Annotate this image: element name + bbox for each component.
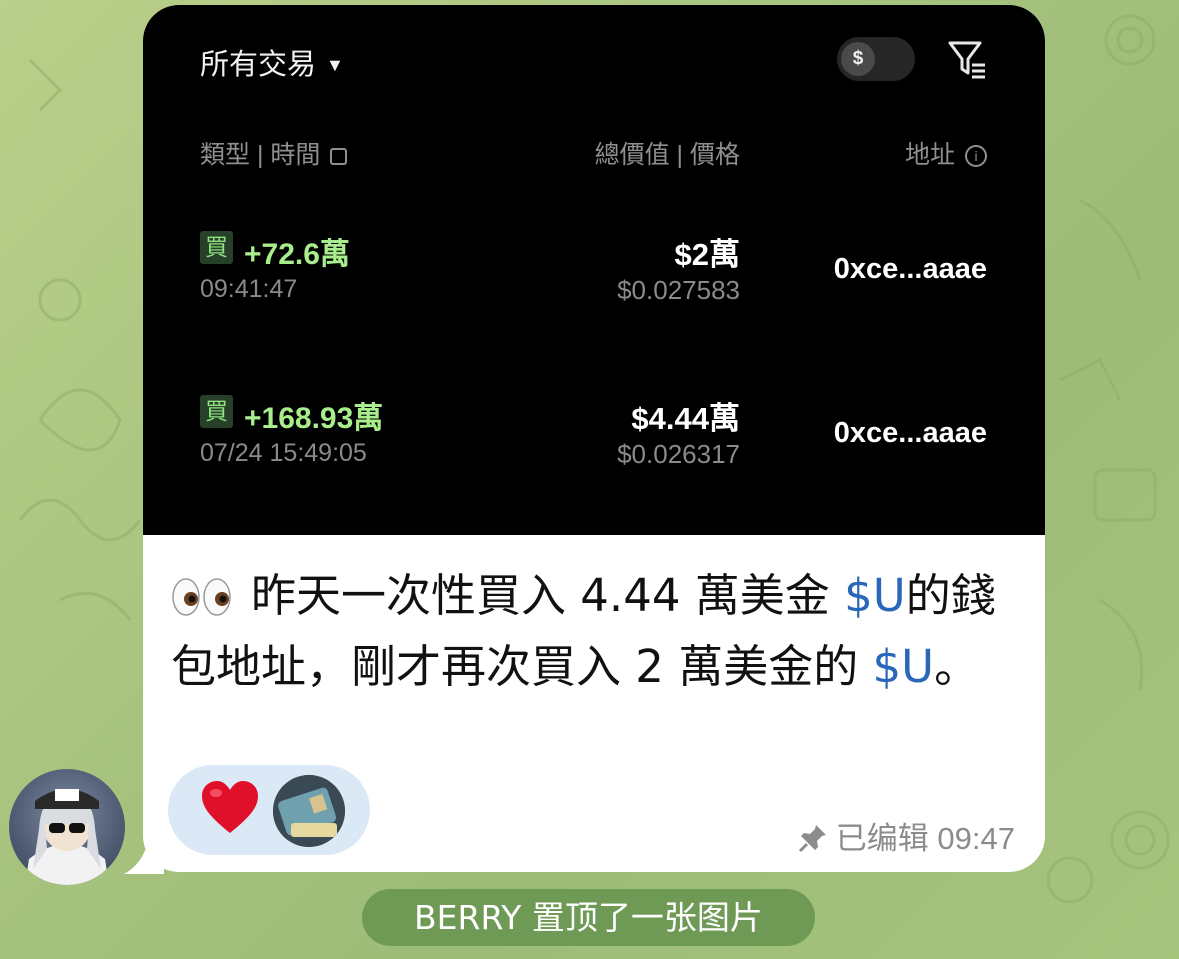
user-avatar-icon: [25, 789, 109, 885]
transactions-filter-dropdown: 所有交易 ▼: [200, 41, 344, 83]
heart-reaction-icon[interactable]: [200, 779, 260, 837]
wallet-address: 0xce...aaae: [833, 253, 987, 285]
column-header-address: 地址 i: [905, 135, 987, 171]
wallet-address: 0xce...aaae: [833, 417, 987, 449]
edited-timestamp: 已编辑 09:47: [835, 821, 1015, 856]
transaction-row: 買 +72.6萬 09:41:47 $2萬 $0.027583 0xce...a…: [143, 231, 1045, 321]
transaction-time: 09:41:47: [200, 275, 298, 303]
avatar[interactable]: [9, 769, 125, 885]
column-header-type-time: 類型 | 時間: [200, 135, 348, 171]
pinned-service-message[interactable]: BERRY 置顶了一张图片: [362, 889, 815, 946]
pin-icon: [798, 825, 826, 853]
sticker-reaction-icon[interactable]: [273, 775, 345, 847]
filter-icon: [948, 41, 985, 79]
unit-price: $0.026317: [617, 439, 740, 469]
transaction-time: 07/24 15:49:05: [200, 439, 367, 467]
trade-screenshot-image[interactable]: 所有交易 ▼ $ 類型 | 時間 總價值 | 價格 地址 i 買 +72.6萬 09…: [143, 5, 1045, 535]
cashtag-link[interactable]: $U: [844, 569, 906, 622]
total-value: $2萬: [674, 237, 740, 272]
message-text: 昨天一次性買入 4.44 萬美金 $U的錢包地址，剛才再次買入 2 萬美金的 $…: [171, 569, 996, 693]
buy-badge: 買: [200, 231, 233, 264]
chevron-down-icon: ▼: [326, 55, 344, 75]
message-meta: 已编辑 09:47: [798, 813, 1015, 858]
cashtag-link[interactable]: $U: [873, 640, 935, 693]
info-icon: i: [965, 145, 987, 167]
usd-toggle: $: [837, 37, 915, 81]
calendar-icon: [330, 148, 348, 165]
reactions-bar[interactable]: [168, 765, 370, 855]
eyes-emoji-icon: [172, 578, 231, 616]
buy-badge: 買: [200, 395, 233, 428]
total-value: $4.44萬: [631, 401, 740, 436]
message-bubble[interactable]: 所有交易 ▼ $ 類型 | 時間 總價值 | 價格 地址 i 買 +72.6萬 09…: [143, 5, 1045, 872]
column-header-value-price: 總價值 | 價格: [594, 141, 740, 169]
transaction-row: 買 +168.93萬 07/24 15:49:05 $4.44萬 $0.0263…: [143, 395, 1045, 485]
card-sticker-icon: [273, 775, 345, 847]
unit-price: $0.027583: [617, 275, 740, 305]
token-amount: +72.6萬: [244, 238, 350, 271]
dollar-icon: $: [841, 42, 875, 76]
filter-label: 所有交易: [200, 49, 317, 81]
token-amount: +168.93萬: [244, 402, 384, 435]
